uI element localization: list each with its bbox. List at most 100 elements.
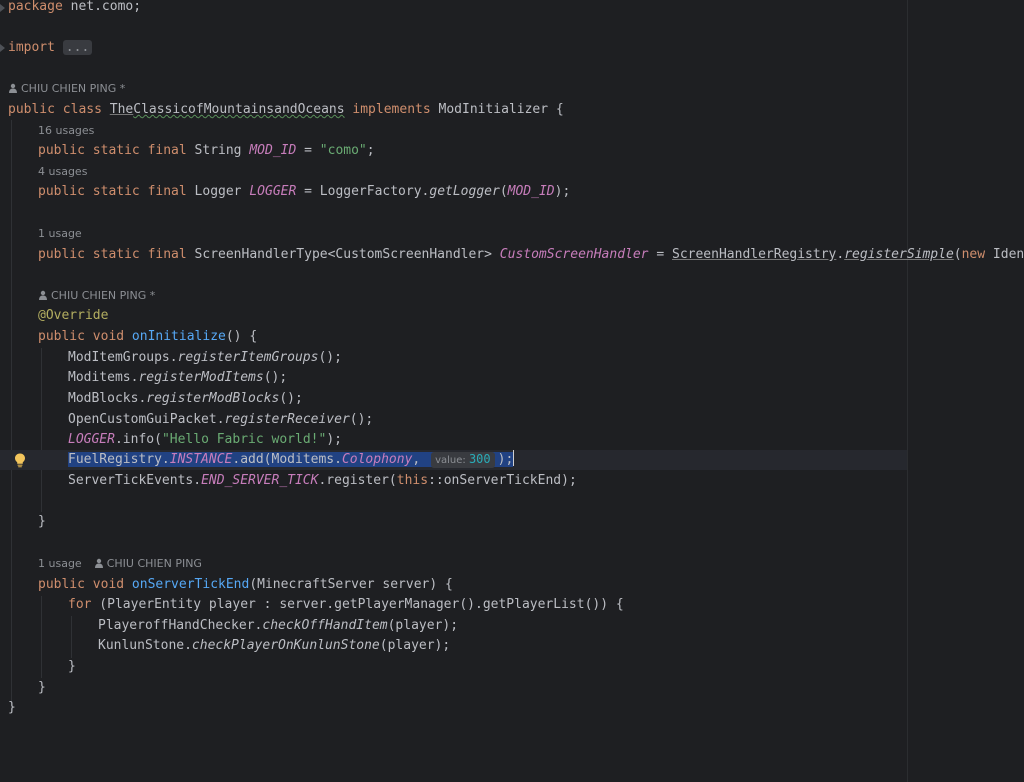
operator: = <box>648 247 672 262</box>
code-line-class[interactable]: public class TheClassicofMountainsandOce… <box>8 100 564 120</box>
keyword-package: package <box>8 0 63 14</box>
class-reference: ModBlocks. <box>68 391 147 406</box>
code-line-on-server-tick-end[interactable]: public void onServerTickEnd(MinecraftSer… <box>38 575 453 595</box>
usage-hint[interactable]: 4 usages <box>38 162 87 182</box>
keyword-class: class <box>62 102 102 117</box>
method-call: getLogger <box>429 184 500 199</box>
code-text: Identifier <box>992 247 1024 262</box>
fold-marker-icon[interactable] <box>0 44 6 52</box>
code-line-override[interactable]: @Override <box>38 306 108 326</box>
method-call: registerModItems <box>138 370 264 385</box>
class-reference: ScreenHandlerRegistry <box>672 247 837 262</box>
code-line-for-loop[interactable]: for (PlayerEntity player : server.getPla… <box>68 595 624 615</box>
method-call: registerItemGroups <box>177 350 319 365</box>
code-line-server-tick-events[interactable]: ServerTickEvents.END_SERVER_TICK.registe… <box>68 471 577 491</box>
class-reference: KunlunStone. <box>98 638 192 653</box>
author-hint-text: CHIU CHIEN PING * <box>21 82 126 95</box>
code-line-register-mod-blocks[interactable]: ModBlocks.registerModBlocks(); <box>68 389 303 409</box>
operator: = LoggerFactory. <box>296 184 430 199</box>
code-line-mod-id[interactable]: public static final String MOD_ID = "com… <box>38 141 375 161</box>
code-line-register-receiver[interactable]: OpenCustomGuiPacket.registerReceiver(); <box>68 410 373 430</box>
code-line-register-mod-items[interactable]: Moditems.registerModItems(); <box>68 368 287 388</box>
code-text: (player); <box>387 618 459 633</box>
author-hint[interactable]: CHIU CHIEN PING * <box>38 286 155 306</box>
field-reference: LOGGER <box>68 432 115 447</box>
code-line-logger[interactable]: public static final Logger LOGGER = Logg… <box>38 182 570 202</box>
class-reference: FuelRegistry. <box>68 452 170 467</box>
method-call: registerSimple <box>844 247 954 262</box>
fold-marker-icon[interactable] <box>0 4 6 12</box>
indent-guide <box>41 348 42 512</box>
code-line-close-brace[interactable]: } <box>38 512 46 532</box>
method-call: checkPlayerOnKunlunStone <box>191 638 380 653</box>
class-reference: ModItemGroups. <box>68 350 178 365</box>
usage-hint[interactable]: 16 usages <box>38 121 94 141</box>
code-line-package[interactable]: package net.como; <box>8 0 141 17</box>
method-declaration: onInitialize <box>131 329 226 344</box>
person-icon <box>39 290 47 300</box>
code-text: ::onServerTickEnd); <box>428 473 577 488</box>
modifiers: public static final <box>38 247 187 262</box>
string-literal: "Hello Fabric world!" <box>161 432 327 447</box>
author-hint-text[interactable]: CHIU CHIEN PING <box>107 557 202 570</box>
usage-author-hint[interactable]: 1 usage CHIU CHIEN PING <box>38 554 202 574</box>
code-text: () { <box>225 329 258 344</box>
code-line-import[interactable]: import ... <box>8 38 93 58</box>
indent-guide <box>71 616 72 658</box>
code-line-close-class[interactable]: } <box>8 698 16 718</box>
code-line-close-method[interactable]: } <box>38 678 46 698</box>
keyword-for: for <box>68 597 92 612</box>
keyword-public-void: public void <box>38 329 125 344</box>
keyword-import: import <box>8 40 55 55</box>
code-line-on-initialize[interactable]: public void onInitialize() { <box>38 327 257 347</box>
keyword-implements: implements <box>352 102 431 117</box>
code-line-close-for[interactable]: } <box>68 657 76 677</box>
field-name: LOGGER <box>249 184 297 199</box>
method-call: registerModBlocks <box>146 391 280 406</box>
code-text: (player); <box>379 638 451 653</box>
code-text: (); <box>263 370 288 385</box>
method-call: checkOffHandItem <box>262 618 388 633</box>
code-editor[interactable]: package net.como; import ... CHIU CHIEN … <box>0 0 1024 782</box>
code-line-fuel-registry[interactable]: FuelRegistry.INSTANCE.add(Moditems.Colop… <box>68 450 515 470</box>
code-text: (PlayerEntity player : server.getPlayerM… <box>91 597 624 612</box>
class-name-typo: ClassicofMountainsandOceans <box>133 102 345 117</box>
string-literal: "como" <box>319 143 367 158</box>
code-line-check-offhand[interactable]: PlayeroffHandChecker.checkOffHandItem(pl… <box>98 616 458 636</box>
usage-hint[interactable]: 1 usage <box>38 557 82 570</box>
parameter-hint-value: 300 <box>468 452 491 466</box>
class-reference: ServerTickEvents. <box>68 473 202 488</box>
selected-code[interactable]: FuelRegistry.INSTANCE.add(Moditems.Colop… <box>68 452 514 468</box>
author-hint-text: CHIU CHIEN PING * <box>51 289 156 302</box>
brace: } <box>38 680 46 695</box>
parameter-hint-label: value: <box>435 455 466 466</box>
lightbulb-icon[interactable] <box>12 452 28 468</box>
code-text: (); <box>279 391 303 406</box>
field-name: MOD_ID <box>249 143 297 158</box>
code-text: (); <box>349 412 374 427</box>
code-text: ); <box>497 452 514 467</box>
class-reference: Moditems. <box>68 370 139 385</box>
class-reference: PlayeroffHandChecker. <box>98 618 263 633</box>
usage-hint[interactable]: 1 usage <box>38 224 82 244</box>
type-name: Logger <box>186 184 250 199</box>
type-name: String <box>186 143 250 158</box>
author-hint[interactable]: CHIU CHIEN PING * <box>8 79 125 99</box>
interface-name: ModInitializer { <box>438 102 564 117</box>
paren: ( <box>499 184 508 199</box>
code-line-logger-info[interactable]: LOGGER.info("Hello Fabric world!"); <box>68 430 342 450</box>
class-name-prefix: The <box>109 102 134 117</box>
method-call: .info( <box>114 432 162 447</box>
folded-imports[interactable]: ... <box>62 40 93 55</box>
keyword-public: public <box>8 102 55 117</box>
comma: , <box>412 452 429 467</box>
semicolon: ; <box>366 143 375 158</box>
field-reference: INSTANCE <box>169 452 233 467</box>
code-line-register-item-groups[interactable]: ModItemGroups.registerItemGroups(); <box>68 348 342 368</box>
method-call: .add(Moditems. <box>232 452 342 467</box>
field-reference: END_SERVER_TICK <box>201 473 319 488</box>
code-line-check-kunlun[interactable]: KunlunStone.checkPlayerOnKunlunStone(pla… <box>98 636 450 656</box>
code-line-screen-handler[interactable]: public static final ScreenHandlerType<Cu… <box>38 245 1024 265</box>
annotation: @Override <box>38 308 109 323</box>
method-call: .register( <box>318 473 397 488</box>
